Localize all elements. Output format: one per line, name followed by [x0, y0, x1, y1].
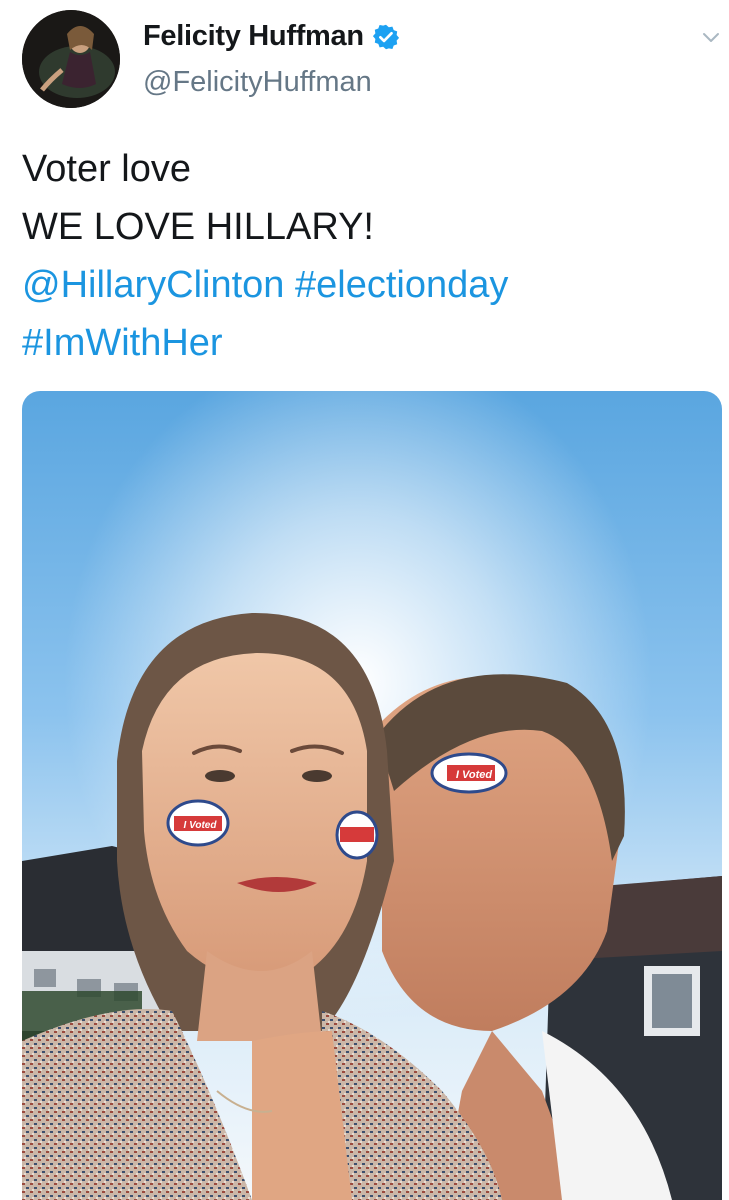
sticker-label: I Voted — [184, 820, 218, 831]
author-display-name[interactable]: Felicity Huffman — [143, 20, 364, 53]
tweet-options-button[interactable] — [700, 26, 722, 48]
verified-badge-icon — [372, 24, 399, 49]
sticker-label: I Voted — [456, 769, 493, 781]
tweet-text-line: Voter love — [22, 148, 191, 190]
mention-link[interactable]: @HillaryClinton — [22, 264, 284, 306]
avatar[interactable] — [22, 10, 120, 108]
tweet-links-line: @HillaryClinton #electionday — [22, 256, 712, 314]
tweet-links-line: #ImWithHer — [22, 314, 712, 372]
hashtag-link[interactable]: #ImWithHer — [22, 322, 223, 364]
chevron-down-icon — [703, 33, 719, 42]
tweet-photo[interactable]: I Voted I Voted — [22, 391, 722, 1200]
author-name-row[interactable]: Felicity Huffman — [143, 20, 400, 53]
selfie-photo: I Voted I Voted — [22, 391, 722, 1200]
hashtag-link[interactable]: #electionday — [295, 264, 508, 306]
tweet-text-line: WE LOVE HILLARY! — [22, 206, 374, 248]
tweet-card: Felicity Huffman @FelicityHuffman Voter … — [0, 0, 729, 1200]
author-handle[interactable]: @FelicityHuffman — [143, 66, 372, 99]
avatar-image — [22, 10, 120, 108]
tweet-text: Voter love WE LOVE HILLARY! @HillaryClin… — [22, 140, 712, 372]
